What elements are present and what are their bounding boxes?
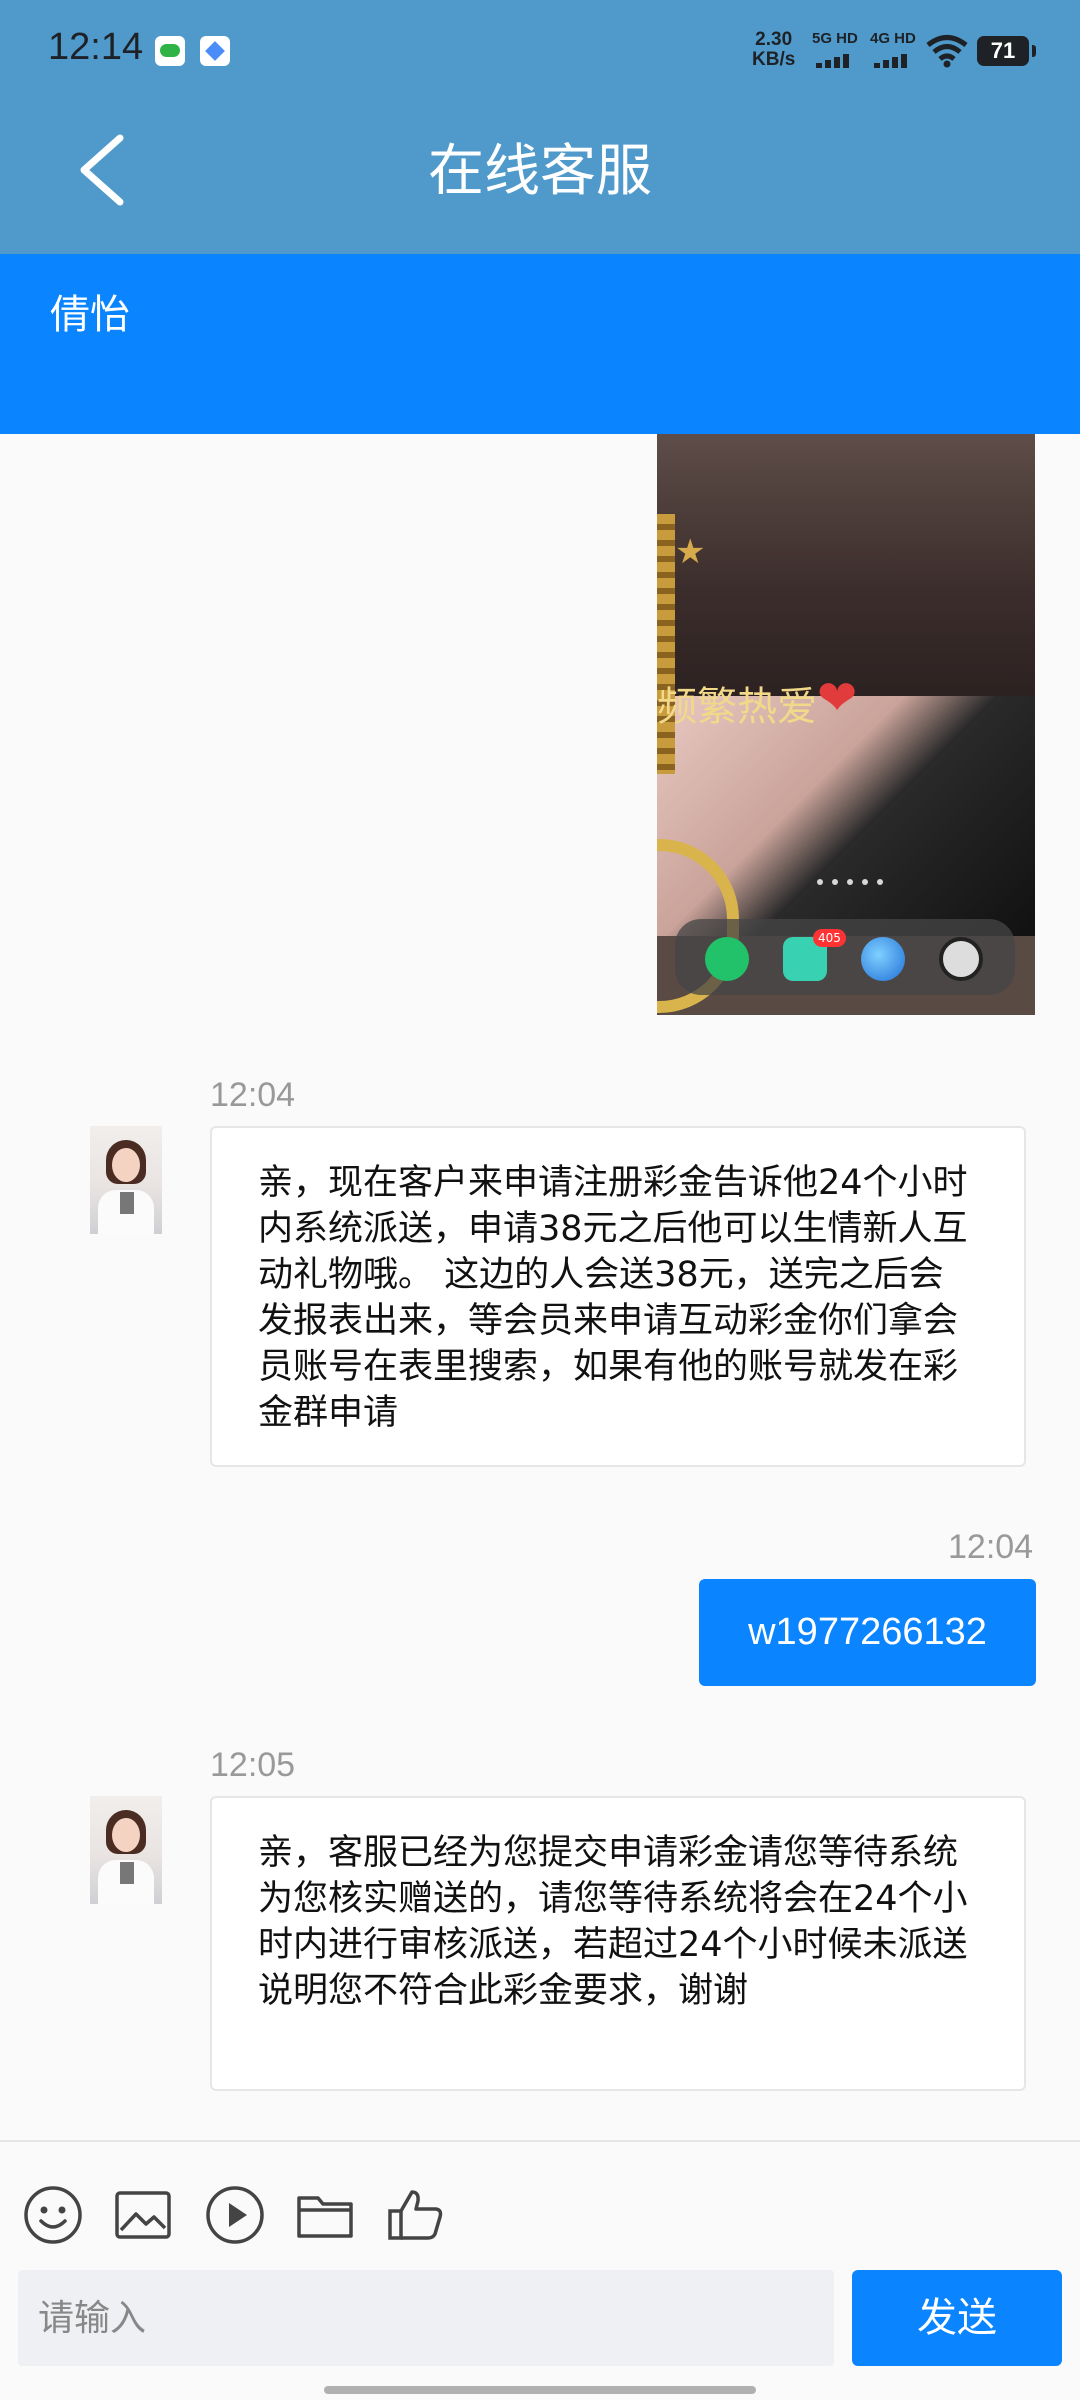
status-bar: 12:14 2.30 KB/s 5G HD 4G HD 71 bbox=[0, 0, 1080, 100]
status-time: 12:14 bbox=[48, 26, 144, 68]
message-timestamp: 12:04 bbox=[210, 1076, 296, 1114]
agent-avatar[interactable] bbox=[90, 1796, 162, 1904]
page-title: 在线客服 bbox=[428, 139, 652, 204]
battery-icon: 71 bbox=[977, 36, 1036, 66]
folder-icon[interactable] bbox=[294, 2184, 356, 2246]
thumbs-up-icon[interactable] bbox=[384, 2184, 446, 2246]
video-icon[interactable] bbox=[204, 2184, 266, 2246]
user-message-bubble: w1977266132 bbox=[699, 1579, 1036, 1686]
phone-icon bbox=[705, 937, 749, 981]
composer-toolbar bbox=[0, 2170, 1080, 2250]
home-indicator[interactable] bbox=[324, 2386, 756, 2394]
browser-icon bbox=[861, 937, 905, 981]
sim2-label: 4G HD bbox=[870, 30, 916, 47]
app-notification-icon bbox=[200, 36, 230, 66]
camera-icon bbox=[939, 937, 983, 981]
network-speed-value: 2.30 bbox=[755, 29, 793, 50]
image-overlay-text: 频繁热爱 bbox=[657, 684, 817, 730]
message-badge: 405 bbox=[813, 929, 846, 947]
image-icon[interactable] bbox=[112, 2184, 174, 2246]
network-speed: 2.30 KB/s bbox=[752, 30, 795, 70]
message-input[interactable] bbox=[18, 2270, 834, 2366]
image-message[interactable]: ★ 频繁热爱 ❤ 405 bbox=[657, 434, 1035, 1015]
agent-message-bubble: 亲，现在客户来申请注册彩金告诉他24个小时内系统派送，申请38元之后他可以生情新… bbox=[210, 1126, 1026, 1467]
wechat-notification-icon bbox=[155, 36, 185, 66]
heart-icon: ❤ bbox=[817, 670, 858, 726]
app-bar: 12:14 2.30 KB/s 5G HD 4G HD 71 在线客服 bbox=[0, 0, 1080, 254]
image-dock: 405 bbox=[675, 919, 1015, 995]
emoji-icon[interactable] bbox=[22, 2184, 84, 2246]
sim1-label: 5G HD bbox=[812, 30, 858, 47]
agent-message-bubble: 亲，客服已经为您提交申请彩金请您等待系统为您核实赠送的，请您等待系统将会在24个… bbox=[210, 1796, 1026, 2091]
message-timestamp: 12:05 bbox=[210, 1746, 296, 1784]
agent-bar bbox=[0, 254, 1080, 434]
agent-name: 倩怡 bbox=[50, 292, 130, 338]
agent-avatar[interactable] bbox=[90, 1126, 162, 1234]
wifi-icon bbox=[926, 35, 968, 68]
send-button[interactable]: 发送 bbox=[852, 2270, 1062, 2366]
network-speed-unit: KB/s bbox=[752, 49, 796, 70]
star-icon: ★ bbox=[675, 532, 706, 572]
composer-divider bbox=[0, 2140, 1080, 2142]
sim1-signal-icon: 5G HD bbox=[812, 30, 862, 70]
message-timestamp: 12:04 bbox=[948, 1528, 1034, 1566]
sim2-signal-icon: 4G HD bbox=[870, 30, 920, 70]
